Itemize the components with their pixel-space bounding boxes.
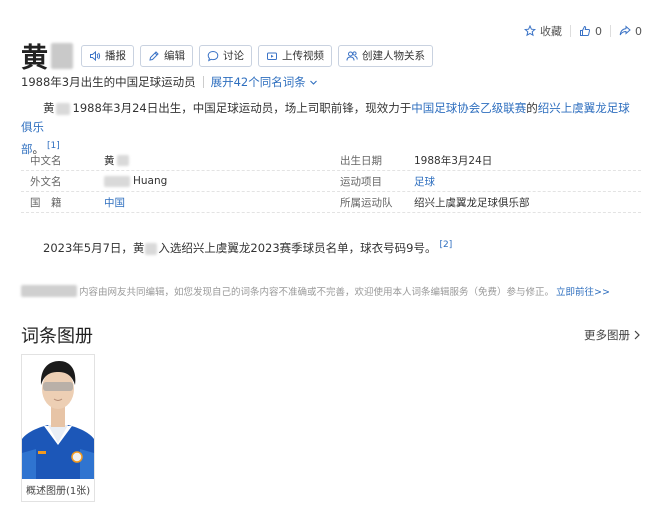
disclaimer-text: 内容由网友共同编辑，如您发现自己的词条内容不准确或不完善，欢迎使用本人词条编辑服… [79, 287, 555, 298]
info-value-team: 绍兴上虞翼龙足球俱乐部 [414, 196, 530, 209]
create-relation-button[interactable]: 创建人物关系 [338, 44, 433, 67]
info-value-foreign-name: Huang [133, 175, 168, 187]
album-header: 词条图册 更多图册 [21, 322, 641, 348]
upload-video-button[interactable]: 上传视频 [258, 44, 332, 67]
reference-2[interactable]: [2] [440, 240, 453, 250]
info-key-sport: 运动项目 [340, 175, 382, 188]
broadcast-button[interactable]: 播报 [81, 44, 134, 67]
news-prefix: 2023年5月7日，黄 [43, 241, 145, 255]
share-count: 0 [635, 24, 642, 38]
info-value-birth-date: 1988年3月24日 [414, 154, 493, 167]
share-icon [619, 25, 631, 36]
title-row: 黄 播报 编辑 讨论 上传视频 创建人物关系 [21, 36, 439, 75]
redacted-name [104, 175, 130, 187]
news-paragraph: 2023年5月7日，黄 入选绍兴上虞翼龙2023赛季球员名单，球衣号码9号。 [2] [21, 240, 452, 256]
create-relation-label: 创建人物关系 [362, 50, 425, 62]
expand-label: 展开42个同名词条 [210, 75, 306, 89]
chat-icon [207, 50, 219, 61]
pencil-icon [149, 50, 159, 61]
info-key-foreign-name: 外文名 [30, 175, 62, 188]
info-cell: 运动项目 足球 [331, 174, 641, 189]
info-key-nationality: 国 籍 [30, 196, 62, 209]
info-row: 国 籍 中国 所属运动队 绍兴上虞翼龙足球俱乐部 [21, 192, 641, 213]
people-icon [346, 50, 358, 61]
favorite-label: 收藏 [540, 25, 562, 38]
page-title: 黄 [21, 43, 49, 74]
speaker-icon [90, 50, 101, 61]
go-now-link[interactable]: 立即前往>> [556, 284, 610, 298]
player-photo [22, 355, 94, 479]
info-cell: 外文名 Huang [21, 174, 331, 189]
thumbs-up-icon [580, 25, 591, 36]
album-caption: 概述图册(1张) [26, 486, 91, 497]
more-albums-link[interactable]: 更多图册 [584, 327, 641, 343]
info-row: 中文名 黄 出生日期 1988年3月24日 [21, 150, 641, 171]
subtitle-row: 1988年3月出生的中国足球运动员 展开42个同名词条 [21, 74, 318, 90]
album-card[interactable]: 概述图册(1张) [21, 354, 95, 502]
info-value-nationality-link[interactable]: 中国 [104, 195, 125, 210]
summary-connector: 的 [526, 101, 538, 115]
info-key-chinese-name: 中文名 [30, 154, 62, 167]
share-button[interactable]: 0 [611, 25, 650, 38]
summary-name: 黄 [43, 101, 55, 115]
video-icon [267, 52, 277, 60]
info-cell: 所属运动队 绍兴上虞翼龙足球俱乐部 [331, 195, 641, 210]
league-link[interactable]: 中国足球协会乙级联赛 [411, 101, 526, 115]
discuss-label: 讨论 [223, 50, 244, 62]
chevron-down-icon [309, 80, 317, 85]
info-value-chinese-name: 黄 [104, 154, 115, 167]
info-key-birth-date: 出生日期 [340, 154, 382, 167]
more-albums-label: 更多图册 [584, 328, 630, 342]
info-row: 外文名 Huang 运动项目 足球 [21, 171, 641, 192]
redacted-name [116, 154, 129, 166]
entry-description: 1988年3月出生的中国足球运动员 [21, 75, 196, 89]
favorite-button[interactable]: 收藏 [516, 23, 570, 39]
like-count: 0 [595, 24, 602, 38]
news-text: 入选绍兴上虞翼龙2023赛季球员名单，球衣号码9号。 [158, 241, 437, 255]
redacted-name [55, 102, 70, 115]
top-actions: 收藏 0 0 [516, 23, 650, 39]
edit-disclaimer: 内容由网友共同编辑，如您发现自己的词条内容不准确或不完善，欢迎使用本人词条编辑服… [21, 284, 610, 298]
info-cell: 中文名 黄 [21, 153, 331, 168]
basic-info-table: 中文名 黄 出生日期 1988年3月24日 外文名 Huang 运动项目 足球 … [21, 150, 641, 213]
upload-video-label: 上传视频 [282, 50, 324, 62]
like-button[interactable]: 0 [571, 25, 610, 38]
album-title: 词条图册 [21, 326, 93, 347]
redacted-name [51, 42, 73, 69]
summary-text: 1988年3月24日出生，中国足球运动员，场上司职前锋，现效力于 [72, 101, 412, 115]
divider [202, 76, 204, 88]
edit-button[interactable]: 编辑 [140, 44, 193, 67]
info-cell: 国 籍 中国 [21, 195, 331, 210]
redacted-icon [21, 285, 77, 297]
info-key-team: 所属运动队 [340, 196, 393, 209]
chevron-right-icon [634, 330, 640, 340]
info-value-sport-link[interactable]: 足球 [414, 174, 435, 189]
edit-label: 编辑 [164, 50, 185, 62]
broadcast-label: 播报 [105, 50, 126, 62]
discuss-button[interactable]: 讨论 [199, 44, 252, 67]
star-icon [524, 25, 536, 37]
expand-homonyms-link[interactable]: 展开42个同名词条 [211, 74, 318, 90]
info-cell: 出生日期 1988年3月24日 [331, 153, 641, 168]
redacted-name [145, 242, 158, 255]
